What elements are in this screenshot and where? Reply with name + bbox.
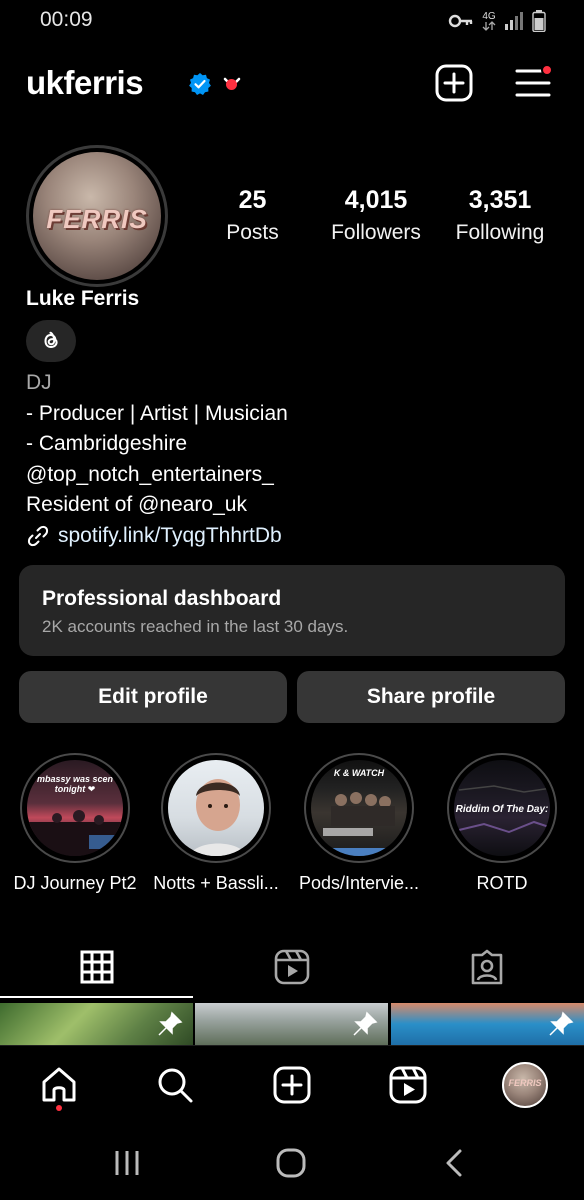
- bio-mention-link[interactable]: @top_notch_entertainers_: [26, 460, 288, 491]
- grid-post[interactable]: [0, 1003, 193, 1045]
- nav-search[interactable]: [152, 1062, 198, 1108]
- home-icon: [42, 1067, 76, 1102]
- new-post-icon[interactable]: [435, 64, 473, 102]
- profile-header: ukferris: [26, 62, 556, 108]
- dashboard-subtitle: 2K accounts reached in the last 30 days.: [42, 617, 349, 636]
- network-label: 4G: [482, 10, 496, 22]
- nav-profile[interactable]: FERRIS: [502, 1062, 548, 1108]
- full-name: Luke Ferris: [26, 287, 140, 310]
- profile-avatar: FERRIS: [502, 1062, 548, 1108]
- system-back-button[interactable]: [434, 1145, 474, 1181]
- followers-count: 4,015: [344, 186, 408, 214]
- bio-category: DJ: [26, 371, 52, 394]
- tab-reels[interactable]: [195, 936, 389, 998]
- key-icon: [448, 14, 473, 28]
- nav-home[interactable]: [36, 1062, 82, 1108]
- recents-icon: [115, 1151, 139, 1175]
- highlight-label: Pods/Intervie...: [298, 873, 420, 893]
- system-navigation-bar: [0, 1123, 584, 1200]
- username-switcher[interactable]: ukferris: [26, 64, 144, 102]
- system-home-button[interactable]: [271, 1145, 311, 1181]
- highlight-cover: K & WATCH: [311, 760, 407, 856]
- pin-icon: [158, 1011, 183, 1036]
- posts-label: Posts: [226, 221, 279, 244]
- posts-stat[interactable]: 25 Posts: [200, 186, 305, 245]
- crowd-graphic: [27, 810, 123, 856]
- profile-tabs: [0, 936, 584, 998]
- threads-icon: [44, 331, 58, 349]
- search-icon: [158, 1068, 193, 1103]
- highlight-cover: Riddim Of The Day:: [454, 760, 550, 856]
- highlight-item[interactable]: K & WATCH Pods/Intervie...: [294, 753, 424, 894]
- tab-posts[interactable]: [0, 936, 194, 998]
- bio-line: - Cambridgeshire: [26, 432, 188, 456]
- profile-stats: 25 Posts 4,015 Followers 3,351 Following: [200, 186, 560, 256]
- highlight-item[interactable]: mbassy was scen tonight ❤ DJ Journey Pt2: [10, 753, 140, 894]
- bio-external-link[interactable]: spotify.link/TyqgThhrtDb: [26, 521, 288, 552]
- highlight-item[interactable]: Riddim Of The Day: ROTD: [437, 753, 567, 894]
- posts-count: 25: [238, 186, 267, 214]
- following-label: Following: [455, 221, 545, 244]
- following-stat[interactable]: 3,351 Following: [446, 186, 554, 245]
- link-icon: [27, 526, 49, 547]
- verified-badge-icon: [189, 73, 211, 95]
- followers-label: Followers: [331, 221, 421, 244]
- recents-button[interactable]: [107, 1145, 147, 1181]
- signal-icon: [505, 12, 523, 30]
- network-4g-icon: 4G: [482, 10, 496, 31]
- tab-active-indicator: [0, 996, 193, 998]
- grid-icon: [80, 950, 114, 984]
- posts-grid: [0, 1003, 584, 1045]
- podcast-graphic: [323, 792, 403, 856]
- following-count: 3,351: [468, 186, 532, 214]
- highlight-label: DJ Journey Pt2: [13, 873, 137, 893]
- bio-link-text: spotify.link/TyqgThhrtDb: [58, 523, 282, 547]
- bio-line: - Producer | Artist | Musician: [26, 401, 288, 425]
- status-icons: 4G: [448, 10, 546, 32]
- status-bar: 00:09 4G: [0, 0, 584, 42]
- battery-icon: [532, 10, 546, 32]
- avatar-image: FERRIS: [33, 152, 161, 280]
- followers-stat[interactable]: 4,015 Followers: [320, 186, 432, 245]
- highlight-item[interactable]: Notts + Bassli...: [151, 753, 281, 894]
- avatar-logo-text: FERRIS: [46, 204, 148, 234]
- dashboard-title: Professional dashboard: [42, 587, 282, 610]
- profile-avatar[interactable]: FERRIS: [26, 145, 168, 287]
- bottom-navigation: FERRIS: [0, 1045, 584, 1123]
- highlight-ring: mbassy was scen tonight ❤: [20, 753, 130, 863]
- grid-post[interactable]: [195, 1003, 388, 1045]
- edit-profile-button[interactable]: Edit profile: [19, 671, 287, 723]
- highlight-label: ROTD: [476, 873, 528, 893]
- back-icon: [446, 1149, 462, 1177]
- highlight-label: Notts + Bassli...: [153, 873, 279, 893]
- threads-badge[interactable]: [26, 320, 76, 362]
- highlight-ring: [161, 753, 271, 863]
- professional-dashboard-card[interactable]: Professional dashboard 2K accounts reach…: [19, 565, 565, 656]
- home-circle-icon: [276, 1148, 306, 1178]
- person-graphic: [189, 779, 247, 856]
- tagged-icon: [471, 949, 503, 985]
- share-profile-button[interactable]: Share profile: [297, 671, 565, 723]
- profile-bio: DJ - Producer | Artist | Musician - Camb…: [26, 368, 288, 552]
- highlight-ring: K & WATCH: [304, 753, 414, 863]
- pin-icon: [353, 1011, 378, 1036]
- menu-notification-dot: [541, 64, 553, 76]
- nav-reels[interactable]: [385, 1062, 431, 1108]
- tab-tagged[interactable]: [390, 936, 584, 998]
- reels-icon: [274, 949, 310, 985]
- home-notification-dot: [56, 1105, 62, 1111]
- highlight-ring: Riddim Of The Day:: [447, 753, 557, 863]
- notification-dot: [226, 79, 237, 90]
- highlight-cover: [168, 760, 264, 856]
- nav-create[interactable]: [269, 1062, 315, 1108]
- reels-icon: [389, 1066, 427, 1104]
- grid-post[interactable]: [391, 1003, 584, 1045]
- create-icon: [273, 1066, 311, 1104]
- pin-icon: [549, 1011, 574, 1036]
- bio-line[interactable]: Resident of @nearo_uk: [26, 490, 288, 521]
- nav-avatar-text: FERRIS: [508, 1078, 542, 1088]
- status-time: 00:09: [40, 8, 93, 31]
- glitch-graphic: [458, 785, 550, 834]
- highlight-cover: mbassy was scen tonight ❤: [27, 760, 123, 856]
